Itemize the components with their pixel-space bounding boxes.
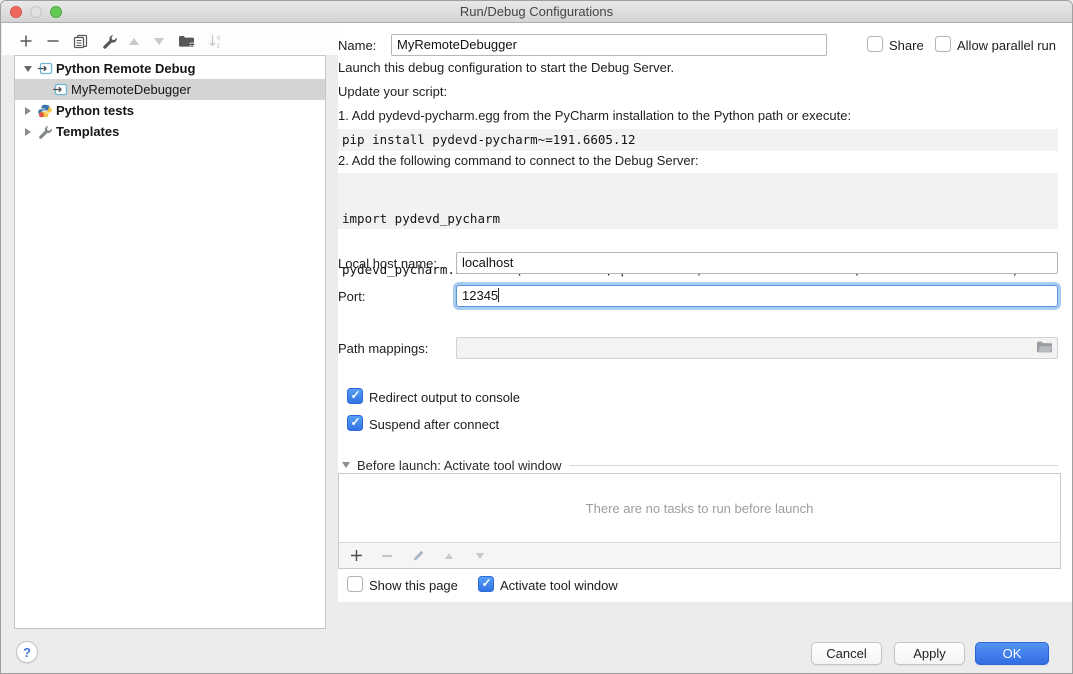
remove-task-button (380, 549, 394, 563)
chevron-collapsed-icon[interactable] (22, 107, 34, 115)
cancel-button[interactable]: Cancel (811, 642, 882, 665)
tree-item-label: Python Remote Debug (56, 61, 195, 76)
port-label: Port: (338, 289, 365, 305)
tree-item-python-remote-debug[interactable]: Python Remote Debug (15, 58, 325, 79)
minus-icon (382, 555, 392, 557)
pip-install-code: pip install pydevd-pycharm~=191.6605.12 (338, 129, 1058, 151)
remove-configuration-button[interactable] (44, 32, 62, 50)
text-caret (498, 288, 499, 302)
show-this-page-checkbox[interactable] (347, 576, 363, 592)
local-host-name-label: Local host name: (338, 256, 437, 272)
apply-button[interactable]: Apply (894, 642, 965, 665)
window-title: Run/Debug Configurations (1, 4, 1072, 19)
section-divider (569, 465, 1058, 466)
share-label: Share (889, 38, 924, 54)
svg-text:z: z (216, 43, 220, 50)
redirect-output-label: Redirect output to console (369, 390, 520, 406)
move-up-button (125, 32, 143, 50)
activate-tool-window-label: Activate tool window (500, 578, 618, 594)
configurations-toolbar: a z (14, 28, 326, 54)
name-value: MyRemoteDebugger (397, 37, 517, 52)
configuration-editor-panel: Name: MyRemoteDebugger Share Allow paral… (338, 23, 1073, 602)
cancel-label: Cancel (826, 646, 866, 661)
port-value: 12345 (462, 288, 498, 303)
chevron-expanded-icon[interactable] (22, 66, 34, 72)
instruction-update: Update your script: (338, 84, 447, 100)
tree-item-myremotedebugger[interactable]: MyRemoteDebugger (15, 79, 325, 100)
tree-item-templates[interactable]: Templates (15, 121, 325, 142)
help-label: ? (23, 645, 31, 660)
edit-templates-button[interactable] (100, 32, 118, 50)
python-icon (36, 104, 53, 118)
instruction-intro: Launch this debug configuration to start… (338, 60, 674, 76)
sort-configurations-button: a z (206, 32, 224, 50)
move-task-down-button (473, 549, 487, 563)
suspend-after-connect-checkbox[interactable] (347, 415, 363, 431)
help-button[interactable]: ? (16, 641, 38, 663)
copy-icon (73, 34, 88, 49)
add-task-button[interactable] (349, 549, 363, 563)
activate-tool-window-checkbox[interactable] (478, 576, 494, 592)
edit-task-button (411, 549, 425, 563)
minus-icon (46, 34, 60, 48)
name-label: Name: (338, 38, 376, 54)
chevron-expanded-icon[interactable] (342, 462, 350, 468)
empty-tasks-message: There are no tasks to run before launch (339, 474, 1060, 542)
tree-item-label: Python tests (56, 103, 134, 118)
new-folder-button[interactable] (177, 32, 195, 50)
name-input[interactable]: MyRemoteDebugger (391, 34, 827, 56)
sort-alphabetically-icon: a z (208, 33, 223, 49)
instruction-step2: 2. Add the following command to connect … (338, 153, 699, 169)
chevron-collapsed-icon[interactable] (22, 128, 34, 136)
allow-parallel-run-checkbox[interactable] (935, 36, 951, 52)
add-configuration-button[interactable] (17, 32, 35, 50)
path-mappings-input (456, 337, 1058, 359)
port-input[interactable]: 12345 (456, 285, 1058, 307)
plus-icon (19, 34, 33, 48)
pencil-icon (412, 549, 425, 562)
down-arrow-icon (476, 553, 484, 559)
tree-item-label: MyRemoteDebugger (71, 82, 191, 97)
ok-label: OK (1003, 646, 1022, 661)
local-host-name-value: localhost (462, 255, 513, 270)
apply-label: Apply (913, 646, 946, 661)
copy-configuration-button[interactable] (71, 32, 89, 50)
code-line-import: import pydevd_pycharm (342, 210, 1058, 227)
up-arrow-icon (129, 38, 139, 45)
configurations-tree: Python Remote Debug MyRemoteDebugger Pyt… (14, 55, 326, 629)
settrace-code: import pydevd_pycharm pydevd_pycharm.set… (338, 173, 1058, 229)
title-bar[interactable]: Run/Debug Configurations (1, 1, 1072, 23)
before-launch-title: Before launch: Activate tool window (357, 458, 562, 473)
before-launch-section-header[interactable]: Before launch: Activate tool window (342, 457, 1058, 473)
move-task-up-button (442, 549, 456, 563)
allow-parallel-run-label: Allow parallel run (957, 38, 1056, 54)
svg-text:a: a (216, 35, 220, 42)
new-folder-icon (178, 34, 195, 49)
run-debug-configurations-dialog: Run/Debug Configurations (0, 0, 1073, 674)
redirect-output-checkbox[interactable] (347, 388, 363, 404)
wrench-icon (36, 125, 53, 139)
remote-debug-icon (36, 62, 53, 75)
share-checkbox[interactable] (867, 36, 883, 52)
tree-item-python-tests[interactable]: Python tests (15, 100, 325, 121)
remote-debug-icon (51, 83, 68, 96)
up-arrow-icon (445, 553, 453, 559)
tasks-toolbar (339, 542, 1060, 568)
local-host-name-input[interactable]: localhost (456, 252, 1058, 274)
down-arrow-icon (154, 38, 164, 45)
wrench-icon (102, 34, 117, 49)
suspend-after-connect-label: Suspend after connect (369, 417, 499, 433)
instruction-step1: 1. Add pydevd-pycharm.egg from the PyCha… (338, 108, 851, 124)
ok-button[interactable]: OK (975, 642, 1049, 665)
show-this-page-label: Show this page (369, 578, 458, 594)
move-down-button (150, 32, 168, 50)
plus-icon (350, 549, 363, 562)
browse-folder-icon[interactable] (1036, 340, 1053, 357)
tree-item-label: Templates (56, 124, 119, 139)
path-mappings-label: Path mappings: (338, 341, 428, 357)
before-launch-tasks-panel: There are no tasks to run before launch (338, 473, 1061, 569)
